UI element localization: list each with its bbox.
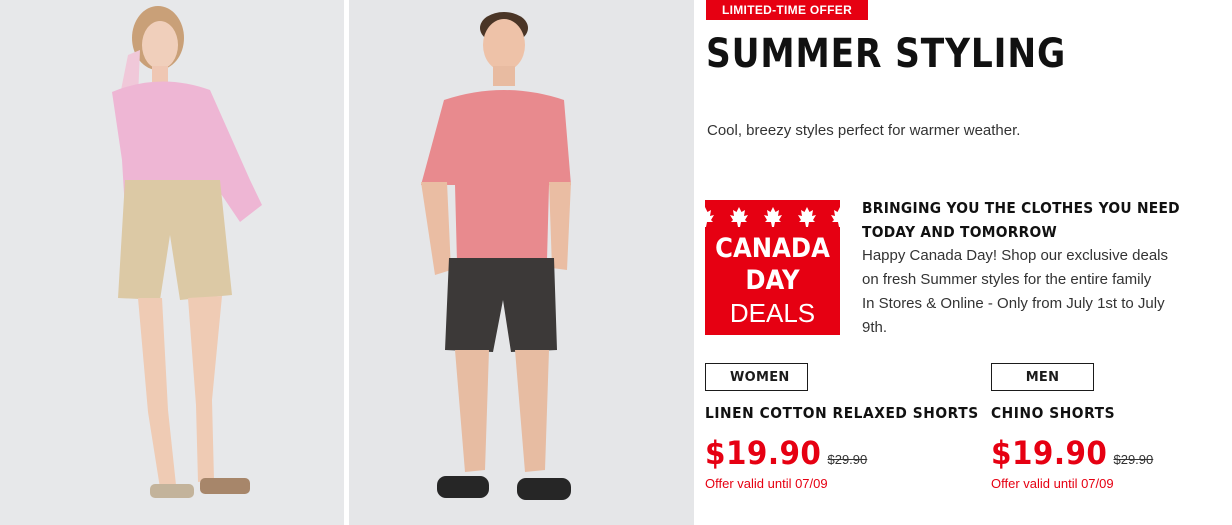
product-name[interactable]: LINEN COTTON RELAXED SHORTS	[705, 404, 978, 422]
page-title: SUMMER STYLING	[706, 31, 1067, 77]
promo-body-line: Happy Canada Day! Shop our exclusive dea…	[862, 247, 1169, 264]
women-model-illustration	[0, 0, 344, 525]
campaign-panel: LIMITED-TIME OFFER SUMMER STYLING Cool, …	[694, 0, 1232, 525]
price-row: $19.90 $29.90	[991, 434, 1232, 474]
sale-price: $19.90	[991, 434, 1108, 472]
women-model-photo[interactable]	[0, 0, 344, 525]
promo-heading-line: BRINGING YOU THE CLOTHES YOU NEED	[862, 199, 1180, 217]
original-price: $29.90	[1113, 452, 1154, 467]
promo-heading-line: TODAY AND TOMORROW	[862, 223, 1058, 241]
men-model-photo[interactable]	[349, 0, 694, 525]
badge-text-deals: DEALS	[729, 298, 816, 328]
promo-body-line: In Stores & Online - Only from July 1st …	[862, 295, 1165, 312]
promo-body: Happy Canada Day! Shop our exclusive dea…	[862, 244, 1212, 340]
badge-text-day: DAY	[745, 265, 800, 296]
women-tag-button[interactable]: WOMEN	[705, 363, 808, 391]
badge-text-canada: CANADA	[715, 233, 830, 264]
promo-description: BRINGING YOU THE CLOTHES YOU NEED TODAY …	[862, 196, 1212, 340]
maple-leaf-icons	[705, 207, 840, 227]
product-name[interactable]: CHINO SHORTS	[991, 404, 1232, 422]
promo-heading: BRINGING YOU THE CLOTHES YOU NEED TODAY …	[862, 196, 1202, 244]
offer-validity: Offer valid until 07/09	[991, 476, 1114, 491]
promo-body-line: on fresh Summer styles for the entire fa…	[862, 271, 1152, 288]
offer-validity: Offer valid until 07/09	[705, 476, 828, 491]
price-row: $19.90 $29.90	[705, 434, 985, 474]
canada-day-deals-badge[interactable]: CANADA DAY DEALS	[705, 200, 840, 335]
limited-time-badge: LIMITED-TIME OFFER	[706, 0, 869, 20]
men-model-illustration	[349, 0, 694, 525]
product-card-women[interactable]: WOMEN LINEN COTTON RELAXED SHORTS $19.90…	[705, 363, 985, 491]
sale-price: $19.90	[705, 434, 822, 472]
product-card-men[interactable]: MEN CHINO SHORTS $19.90 $29.90 Offer val…	[991, 363, 1232, 491]
men-tag-button[interactable]: MEN	[991, 363, 1094, 391]
original-price: $29.90	[827, 452, 868, 467]
promo-body-line: 9th.	[862, 319, 888, 336]
page-subtitle: Cool, breezy styles perfect for warmer w…	[707, 122, 1021, 139]
